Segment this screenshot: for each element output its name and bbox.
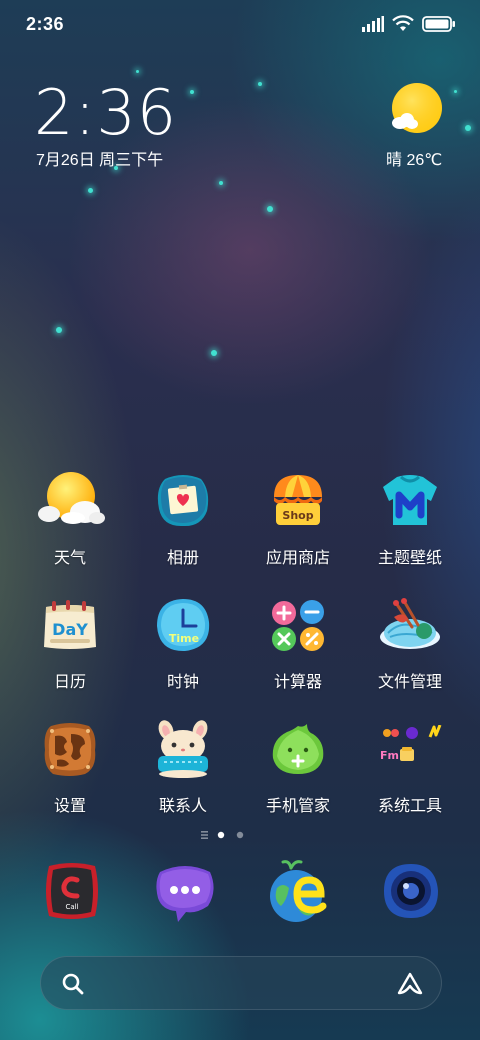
bg-glow-dot — [465, 125, 471, 131]
app-label: 文件管理 — [377, 674, 442, 691]
bg-glow-dot — [267, 206, 273, 212]
clock-icon: Time — [148, 590, 218, 660]
theme-icon — [375, 466, 445, 536]
bg-glow-dot — [454, 90, 457, 93]
app-gallery[interactable]: 相册 — [128, 466, 238, 576]
app-contacts[interactable]: 联系人 — [128, 714, 238, 824]
browser-icon — [270, 860, 327, 922]
camera-icon — [384, 864, 438, 918]
status-bar: 2:36 — [0, 0, 480, 50]
app-label: 应用商店 — [265, 550, 330, 567]
contacts-icon — [148, 714, 218, 784]
bg-glow-dot — [258, 82, 262, 86]
app-clock[interactable]: Time 时钟 — [128, 590, 238, 700]
fm-text: Fm — [380, 749, 399, 762]
app-weather[interactable]: 天气 — [15, 466, 125, 576]
weather-icon — [35, 466, 105, 536]
time-text: Time — [169, 632, 199, 645]
assistant-icon[interactable] — [396, 970, 424, 998]
gallery-icon — [148, 466, 218, 536]
bg-glow-dot — [56, 327, 62, 333]
phone-icon: Call — [46, 863, 98, 919]
app-label: 相册 — [166, 550, 199, 567]
app-store[interactable]: Shop 应用商店 — [243, 466, 353, 576]
app-calendar[interactable]: DaY 日历 — [15, 590, 125, 700]
app-label: 日历 — [53, 674, 86, 691]
app-label: 设置 — [53, 798, 86, 815]
battery-icon — [422, 15, 455, 32]
day-text: DaY — [52, 620, 88, 639]
bg-glow-dot — [136, 70, 139, 73]
settings-icon — [35, 714, 105, 784]
app-theme[interactable]: 主题壁纸 — [355, 466, 465, 576]
app-label: 计算器 — [273, 674, 322, 691]
app-label: 联系人 — [158, 798, 207, 815]
bg-glow-dot — [219, 181, 223, 185]
dock-browser[interactable] — [263, 856, 333, 926]
clock-widget-time[interactable]: 2:36 — [34, 76, 177, 149]
app-label: 天气 — [53, 550, 86, 567]
app-security[interactable]: 手机管家 — [243, 714, 353, 824]
wifi-icon — [392, 15, 414, 31]
app-label: 系统工具 — [377, 798, 442, 815]
system-tools-folder-icon: Fm — [375, 714, 445, 784]
app-file-manager[interactable]: 文件管理 — [355, 590, 465, 700]
calendar-icon: DaY — [35, 590, 105, 660]
bg-glow-dot — [190, 90, 194, 94]
shop-text: Shop — [282, 509, 313, 522]
dock-messages[interactable] — [150, 856, 220, 926]
dock-camera[interactable] — [376, 856, 446, 926]
call-text: Call — [65, 903, 78, 911]
page-dot-active — [217, 831, 225, 839]
calculator-icon — [263, 590, 333, 660]
weather-text[interactable]: 晴 26℃ — [386, 146, 442, 170]
bg-glow-dot — [88, 188, 93, 193]
bg-glow-dot — [211, 350, 217, 356]
search-bar[interactable] — [40, 956, 442, 1010]
app-system-tools-folder[interactable]: Fm 系统工具 — [355, 714, 465, 824]
search-icon[interactable] — [61, 972, 85, 996]
security-icon — [263, 714, 333, 784]
app-settings[interactable]: 设置 — [15, 714, 125, 824]
app-label: 主题壁纸 — [377, 550, 442, 567]
clock-widget-date[interactable]: 7月26日 周三下午 — [36, 146, 163, 170]
dock-phone[interactable]: Call — [37, 856, 107, 926]
hamburger-icon — [201, 831, 208, 839]
signal-icon — [362, 15, 384, 32]
app-store-icon: Shop — [263, 466, 333, 536]
page-indicator[interactable] — [0, 828, 480, 842]
file-manager-icon — [375, 590, 445, 660]
status-time: 2:36 — [26, 14, 65, 34]
app-label: 手机管家 — [265, 798, 330, 815]
app-calculator[interactable]: 计算器 — [243, 590, 353, 700]
page-dot — [236, 831, 244, 839]
messages-icon — [156, 866, 214, 922]
sun-cloud-icon[interactable] — [390, 82, 444, 136]
status-icons — [362, 15, 456, 32]
app-label: 时钟 — [166, 674, 199, 691]
